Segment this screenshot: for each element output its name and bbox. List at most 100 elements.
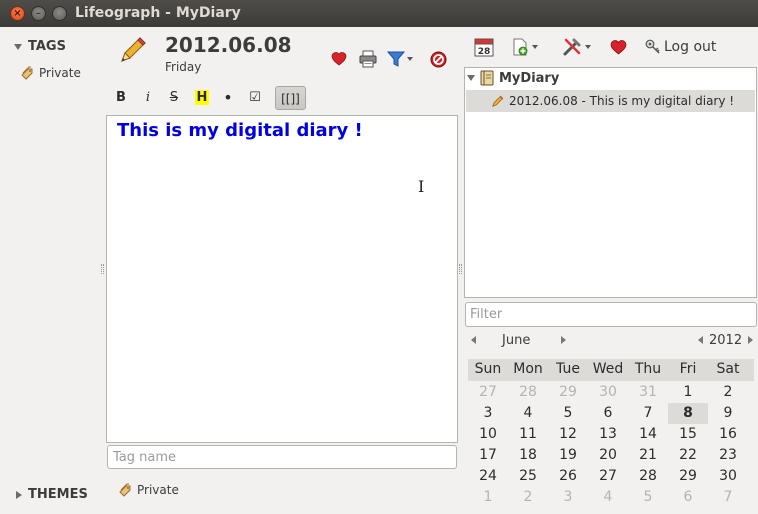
- entry-tag-private[interactable]: Private: [118, 483, 179, 497]
- calendar-day[interactable]: 20: [588, 445, 628, 466]
- calendar-day[interactable]: 18: [508, 445, 548, 466]
- minimize-window-button[interactable]: –: [31, 6, 46, 21]
- calendar-day[interactable]: 13: [588, 424, 628, 445]
- calendar-day[interactable]: 26: [548, 466, 588, 487]
- next-month-button[interactable]: [561, 333, 566, 351]
- calendar-day[interactable]: 1: [668, 382, 708, 403]
- logout-label: Log out: [664, 39, 717, 55]
- calendar-day[interactable]: 5: [548, 403, 588, 424]
- calendar-day[interactable]: 27: [588, 466, 628, 487]
- close-window-button[interactable]: ×: [10, 6, 25, 21]
- filter-funnel-icon: [387, 51, 405, 67]
- logout-button[interactable]: Log out: [645, 35, 716, 59]
- strikethrough-button[interactable]: S: [162, 86, 186, 110]
- calendar-day[interactable]: 2: [708, 382, 748, 403]
- weekday-label: Sun: [474, 361, 502, 377]
- entry-text[interactable]: This is my digital diary !: [117, 120, 363, 141]
- tree-entry-row[interactable]: 2012.06.08 - This is my digital diary !: [466, 90, 755, 112]
- filter-menu-button[interactable]: [387, 50, 413, 68]
- stop-icon[interactable]: [430, 51, 447, 68]
- calendar-day[interactable]: 17: [468, 445, 508, 466]
- calendar-day[interactable]: 23: [708, 445, 748, 466]
- arrow-right-icon: [748, 336, 753, 344]
- print-icon[interactable]: [359, 50, 377, 68]
- bullet-button[interactable]: •: [216, 86, 240, 110]
- next-year-button[interactable]: [748, 333, 753, 351]
- tree-diary-root[interactable]: MyDiary: [467, 70, 559, 86]
- italic-button[interactable]: i: [136, 86, 160, 110]
- add-entry-menu-button[interactable]: [511, 35, 538, 59]
- calendar-day[interactable]: 27: [468, 382, 508, 403]
- calendar-day[interactable]: 8: [668, 403, 708, 424]
- prev-month-button[interactable]: [471, 333, 476, 351]
- close-icon: ×: [13, 8, 22, 19]
- calendar-day[interactable]: 4: [508, 403, 548, 424]
- calendar-day[interactable]: 7: [628, 403, 668, 424]
- key-icon: [645, 39, 660, 54]
- arrow-left-icon: [698, 336, 703, 344]
- text-cursor-icon: I: [418, 177, 425, 196]
- calendar-day[interactable]: 21: [628, 445, 668, 466]
- prev-year-button[interactable]: [698, 333, 703, 351]
- window-title: Lifeograph - MyDiary: [75, 5, 241, 21]
- calendar-day[interactable]: 15: [668, 424, 708, 445]
- link-toggle-button[interactable]: [[]]: [275, 86, 306, 110]
- calendar-day[interactable]: 7: [708, 487, 748, 508]
- calendar-day[interactable]: 24: [468, 466, 508, 487]
- calendar-day[interactable]: 28: [508, 382, 548, 403]
- pane-grip-left[interactable]: [101, 264, 104, 274]
- calendar-day[interactable]: 12: [548, 424, 588, 445]
- sidebar-tag-label: Private: [39, 66, 81, 80]
- favorite-heart-icon[interactable]: [331, 51, 347, 67]
- calendar-day[interactable]: 6: [668, 487, 708, 508]
- dropdown-arrow-icon: [585, 45, 591, 49]
- calendar-day[interactable]: 3: [548, 487, 588, 508]
- bold-button[interactable]: B: [109, 86, 133, 110]
- calendar-day[interactable]: 31: [628, 382, 668, 403]
- weekday-label: Mon: [513, 361, 543, 377]
- calendar-day[interactable]: 1: [468, 487, 508, 508]
- expander-open-icon: [467, 75, 475, 81]
- calendar-day[interactable]: 14: [628, 424, 668, 445]
- highlight-button[interactable]: H: [190, 86, 214, 110]
- maximize-window-button[interactable]: [52, 6, 67, 21]
- entry-date-title[interactable]: 2012.06.08: [165, 33, 292, 57]
- entry-editor[interactable]: This is my digital diary !: [106, 115, 458, 443]
- calendar-day[interactable]: 28: [628, 466, 668, 487]
- calendar-day[interactable]: 10: [468, 424, 508, 445]
- calendar-day[interactable]: 16: [708, 424, 748, 445]
- calendar-day[interactable]: 5: [628, 487, 668, 508]
- themes-section-header[interactable]: THEMES: [16, 487, 88, 502]
- calendar-day[interactable]: 9: [708, 403, 748, 424]
- calendar-day[interactable]: 30: [588, 382, 628, 403]
- calendar-day[interactable]: 11: [508, 424, 548, 445]
- filter-input[interactable]: [465, 302, 757, 327]
- minimize-icon: –: [36, 8, 41, 19]
- diary-book-icon: [480, 70, 494, 86]
- tools-icon: [563, 38, 581, 56]
- calendar-day[interactable]: 19: [548, 445, 588, 466]
- tools-menu-button[interactable]: [562, 35, 591, 59]
- calendar-day[interactable]: 30: [708, 466, 748, 487]
- dropdown-arrow-icon: [532, 45, 538, 49]
- tree-entry-label: 2012.06.08 - This is my digital diary !: [509, 94, 735, 108]
- calendar-day[interactable]: 29: [668, 466, 708, 487]
- calendar-day[interactable]: 2: [508, 487, 548, 508]
- tag-name-input[interactable]: [107, 445, 457, 469]
- tags-header-label: TAGS: [28, 39, 66, 54]
- calendar-day[interactable]: 22: [668, 445, 708, 466]
- calendar-day[interactable]: 29: [548, 382, 588, 403]
- calendar-day[interactable]: 25: [508, 466, 548, 487]
- calendar-day[interactable]: 4: [588, 487, 628, 508]
- sidebar-tag-private[interactable]: Private: [20, 66, 81, 80]
- checkbox-button[interactable]: ☑: [243, 86, 267, 110]
- calendar-day[interactable]: 6: [588, 403, 628, 424]
- entry-tree[interactable]: MyDiary 2012.06.08 - This is my digital …: [464, 67, 757, 298]
- favorites-button[interactable]: [610, 35, 627, 59]
- title-bar: × – Lifeograph - MyDiary: [0, 0, 758, 27]
- today-calendar-button[interactable]: 28: [474, 35, 494, 59]
- tags-section-header[interactable]: TAGS: [14, 39, 66, 54]
- calendar-day[interactable]: 3: [468, 403, 508, 424]
- arrow-right-icon: [561, 336, 566, 344]
- pane-grip-right[interactable]: [459, 264, 462, 274]
